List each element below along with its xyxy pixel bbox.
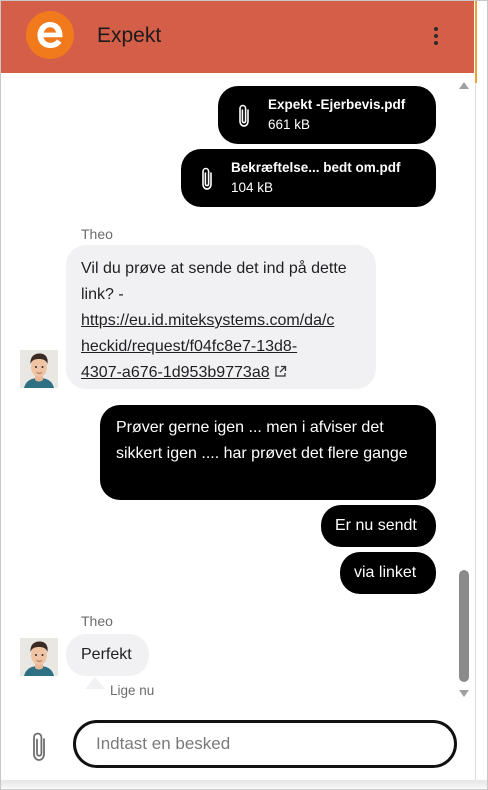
avatar-image [20,350,58,388]
message-input[interactable] [73,720,457,768]
more-options-button[interactable] [425,21,447,51]
attach-file-button[interactable] [26,730,52,764]
external-link-icon [274,365,286,377]
message-text: Perfekt [81,646,132,663]
file-name: Expekt -Ejerbevis.pdf [268,97,406,112]
message-text: Prøver gerne igen ... men i afviser det … [116,419,408,462]
message-text: Er nu sendt [335,517,417,534]
file-attachment[interactable]: Expekt -Ejerbevis.pdf 661 kB [218,86,436,144]
edge-accent [475,1,477,83]
outgoing-message: via linket [340,552,436,594]
bubble-tail [85,677,105,689]
edge-divider [475,83,476,780]
avatar-image [20,638,58,676]
message-list: Expekt -Ejerbevis.pdf 661 kB Bekræftelse… [1,73,456,705]
vertical-dots-icon-dot [434,41,438,45]
file-name: Bekræftelse... bedt om.pdf [231,160,401,175]
sender-name: Theo [81,613,113,629]
agent-avatar [20,350,58,388]
scrollbar-thumb[interactable] [459,570,469,682]
agent-avatar [20,638,58,676]
chat-window: Expekt Expekt -Ejerbevis.pdf 661 kB Bekr… [0,0,488,790]
paperclip-icon [33,732,45,761]
link-line: 4307-a676-1d953b9773a8 [81,364,270,381]
incoming-message: Vil du prøve at sende det ind på dette l… [66,245,376,389]
vertical-dots-icon [434,27,438,31]
paperclip-icon [239,104,249,127]
file-attachment[interactable]: Bekræftelse... bedt om.pdf 104 kB [181,149,436,207]
paperclip-icon [202,167,212,190]
scroll-up-arrow[interactable] [459,82,469,89]
message-text: Vil du prøve at sende det ind på dette l… [81,260,347,303]
scroll-down-arrow[interactable] [459,690,469,697]
incoming-message: Perfekt [66,634,149,676]
link-line: https://eu.id.miteksystems.com/da/c [81,312,335,329]
message-timestamp: Lige nu [110,683,155,698]
outgoing-message: Er nu sendt [321,505,436,547]
expekt-logo [26,11,74,59]
link-line: heckid/request/f04fc8e7-13d8- [81,338,298,355]
message-text: via linket [354,564,417,581]
request-link[interactable]: https://eu.id.miteksystems.com/da/c heck… [81,312,334,381]
sender-name: Theo [81,226,113,242]
chat-header: Expekt [1,1,474,73]
vertical-dots-icon-dot [434,34,438,38]
window-bottom-edge [1,780,487,788]
outgoing-message: Prøver gerne igen ... men i afviser det … [100,405,436,500]
file-size: 661 kB [268,117,311,132]
file-size: 104 kB [231,180,274,195]
app-title: Expekt [97,24,162,47]
